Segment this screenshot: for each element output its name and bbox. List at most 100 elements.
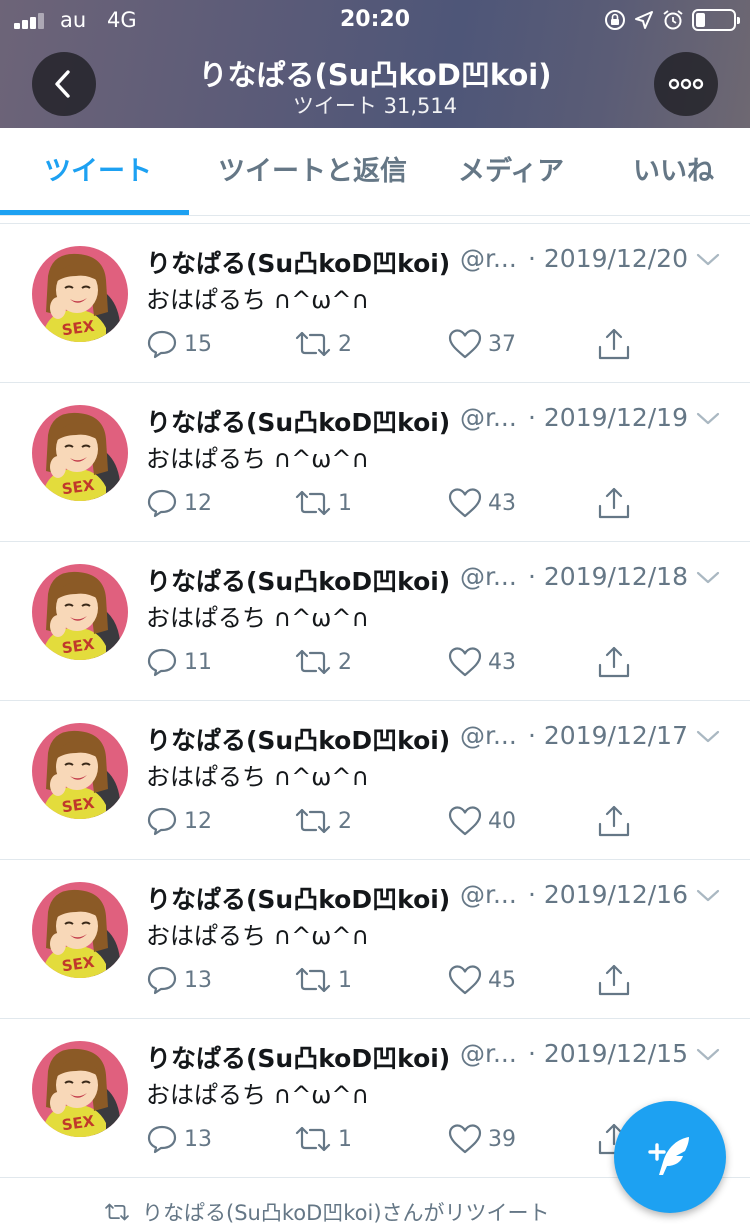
share-icon: [598, 964, 630, 996]
reply-button[interactable]: 12: [146, 485, 212, 521]
tweet[interactable]: SEX りなぱる(Su凸koD凹koi) @r... · 2019/12/17 …: [0, 701, 750, 860]
battery-icon: [692, 9, 740, 31]
share-icon: [598, 805, 630, 837]
like-button[interactable]: 43: [448, 644, 516, 680]
retweet-button[interactable]: 1: [294, 485, 352, 521]
alarm-icon: [663, 10, 683, 30]
like-button[interactable]: 43: [448, 485, 516, 521]
reply-button[interactable]: 12: [146, 803, 212, 839]
chevron-down-icon: [696, 253, 720, 266]
like-button[interactable]: 39: [448, 1121, 516, 1157]
retweet-icon: [295, 490, 331, 516]
retweet-button[interactable]: 1: [294, 962, 352, 998]
chevron-down-icon: [696, 1048, 720, 1061]
tweet-author-name[interactable]: りなぱる(Su凸koD凹koi): [146, 562, 450, 598]
more-dots-icon: [668, 78, 704, 90]
reply-button[interactable]: 13: [146, 1121, 212, 1157]
share-button[interactable]: [596, 962, 632, 998]
tweet-menu-button[interactable]: [696, 888, 720, 907]
avatar[interactable]: SEX: [32, 1041, 128, 1137]
tweet-author-name[interactable]: りなぱる(Su凸koD凹koi): [146, 1039, 450, 1075]
retweet-button[interactable]: 1: [294, 1121, 352, 1157]
tweet-author-name[interactable]: りなぱる(Su凸koD凹koi): [146, 244, 450, 280]
active-tab-indicator: [0, 210, 189, 215]
rotation-lock-icon: [605, 10, 625, 30]
avatar[interactable]: SEX: [32, 564, 128, 660]
avatar[interactable]: SEX: [32, 882, 128, 978]
retweet-indicator: りなぱる(Su凸koD凹koi)さんがリツイート: [104, 1195, 550, 1228]
heart-icon: [448, 965, 482, 995]
reply-count: 13: [184, 1126, 212, 1152]
share-button[interactable]: [596, 644, 632, 680]
share-button[interactable]: [596, 803, 632, 839]
share-icon: [598, 646, 630, 678]
tweet[interactable]: SEX りなぱる(Su凸koD凹koi) @r... · 2019/12/16 …: [0, 860, 750, 1019]
heart-icon: [448, 329, 482, 359]
tweet-count: ツイート 31,514: [292, 94, 458, 118]
tweet-menu-button[interactable]: [696, 252, 720, 271]
tweet-date: · 2019/12/19: [528, 403, 688, 432]
avatar[interactable]: SEX: [32, 405, 128, 501]
reply-icon: [147, 807, 177, 836]
compose-feather-icon: [648, 1137, 689, 1175]
reply-button[interactable]: 13: [146, 962, 212, 998]
reply-count: 12: [184, 490, 212, 516]
retweet-icon: [105, 1203, 129, 1221]
location-arrow-icon: [635, 11, 653, 29]
tweet-author-name[interactable]: りなぱる(Su凸koD凹koi): [146, 880, 450, 916]
tweet-author-name[interactable]: りなぱる(Su凸koD凹koi): [146, 721, 450, 757]
tweet[interactable]: SEX りなぱる(Su凸koD凹koi) @r... · 2019/12/18 …: [0, 542, 750, 701]
share-icon: [598, 487, 630, 519]
chevron-down-icon: [696, 889, 720, 902]
tweet-text: おはぱるち ∩^ω^∩: [146, 763, 370, 791]
tweet-menu-button[interactable]: [696, 729, 720, 748]
avatar[interactable]: SEX: [32, 723, 128, 819]
compose-tweet-button[interactable]: [614, 1101, 726, 1213]
chevron-down-icon: [696, 571, 720, 584]
tweet-author-name[interactable]: りなぱる(Su凸koD凹koi): [146, 403, 450, 439]
heart-icon: [448, 1124, 482, 1154]
like-count: 43: [488, 490, 516, 516]
like-button[interactable]: 40: [448, 803, 516, 839]
tweet-menu-button[interactable]: [696, 570, 720, 589]
tweet-date: · 2019/12/18: [528, 562, 688, 591]
like-button[interactable]: 37: [448, 326, 516, 362]
retweet-button[interactable]: 2: [294, 644, 352, 680]
tweet-author-handle: @r...: [460, 721, 517, 750]
heart-icon: [448, 806, 482, 836]
tab-likes[interactable]: いいね: [633, 128, 714, 216]
reply-button[interactable]: 15: [146, 326, 212, 362]
tab-tweets[interactable]: ツイート: [44, 128, 152, 216]
avatar[interactable]: SEX: [32, 246, 128, 342]
tweet-text: おはぱるち ∩^ω^∩: [146, 604, 370, 632]
share-button[interactable]: [596, 485, 632, 521]
reply-button[interactable]: 11: [146, 644, 212, 680]
like-count: 43: [488, 649, 516, 675]
reply-icon: [147, 648, 177, 677]
tweet-text: おはぱるち ∩^ω^∩: [146, 922, 370, 950]
reply-count: 11: [184, 649, 212, 675]
tweet-author-handle: @r...: [460, 1039, 517, 1068]
profile-tabs: ツイート ツイートと返信 メディア いいね: [0, 128, 750, 216]
divider: [0, 216, 750, 224]
tweet-text: おはぱるち ∩^ω^∩: [146, 286, 370, 314]
retweet-count: 1: [338, 490, 352, 516]
tweet[interactable]: SEX りなぱる(Su凸koD凹koi) @r... · 2019/12/19 …: [0, 383, 750, 542]
like-button[interactable]: 45: [448, 962, 516, 998]
reply-icon: [147, 489, 177, 518]
reply-count: 12: [184, 808, 212, 834]
tweet-menu-button[interactable]: [696, 1047, 720, 1066]
reply-icon: [147, 966, 177, 995]
tweet-date: · 2019/12/20: [528, 244, 688, 273]
more-button[interactable]: [654, 52, 718, 116]
retweet-button[interactable]: 2: [294, 803, 352, 839]
tweet-author-handle: @r...: [460, 880, 517, 909]
tweet[interactable]: SEX りなぱる(Su凸koD凹koi) @r... · 2019/12/20 …: [0, 224, 750, 383]
tab-media[interactable]: メディア: [458, 128, 564, 216]
tab-tweets-and-replies[interactable]: ツイートと返信: [218, 128, 407, 216]
page-title: りなぱる(Su凸koD凹koi): [198, 58, 552, 92]
retweet-button[interactable]: 2: [294, 326, 352, 362]
profile-header: au 4G 20:20 りなぱる(Su凸koD凹koi) ツイート 31,514: [0, 0, 750, 128]
share-button[interactable]: [596, 326, 632, 362]
tweet-menu-button[interactable]: [696, 411, 720, 430]
